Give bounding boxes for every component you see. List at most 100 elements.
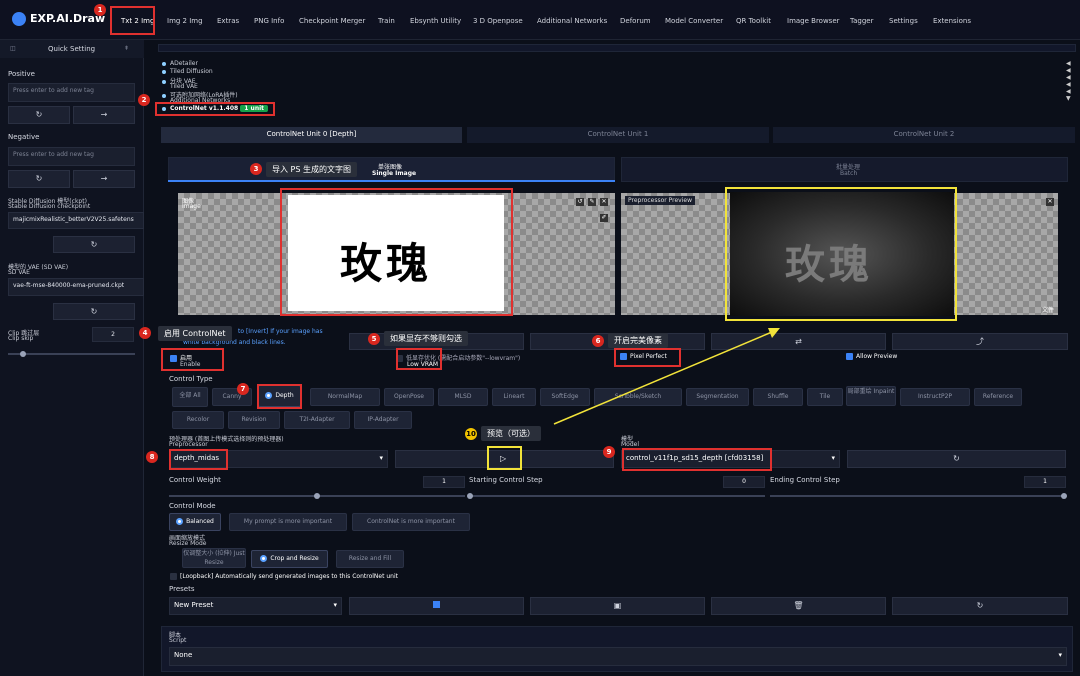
batch-label-en: Batch xyxy=(840,170,858,177)
negative-refresh-button[interactable]: ↻ xyxy=(8,170,70,188)
positive-refresh-button[interactable]: ↻ xyxy=(8,106,70,124)
accordion-adetailer[interactable]: ADetailer xyxy=(162,60,198,67)
sidebar-title: Quick Setting xyxy=(48,45,96,53)
preview-close-icon[interactable]: ✕ xyxy=(1046,198,1054,206)
control-type-tile[interactable]: Tile xyxy=(807,388,843,406)
logo-text: EXP.AI.Draw xyxy=(30,12,106,25)
badge-2: 2 xyxy=(138,94,150,106)
control-type-revision[interactable]: Revision xyxy=(228,411,280,429)
end-step-knob[interactable] xyxy=(1061,493,1067,499)
clip-skip-input[interactable]: 2 xyxy=(92,327,134,342)
loopback-checkbox[interactable]: [Loopback] Automatically send generated … xyxy=(170,573,398,580)
start-step-slider[interactable] xyxy=(469,495,765,497)
control-mode-balanced[interactable]: Balanced xyxy=(169,513,221,531)
tab-deforum[interactable]: Deforum xyxy=(620,17,651,25)
negative-input[interactable]: Press enter to add new tag xyxy=(8,147,135,166)
preset-save-button[interactable]: ▣ xyxy=(530,597,705,615)
end-step-input[interactable]: 1 xyxy=(1024,476,1066,488)
checkpoint-select[interactable]: majicmixRealistic_betterV2V25.safetens xyxy=(8,212,144,229)
control-type-all[interactable]: 全部 All xyxy=(172,387,208,407)
control-type-recolor[interactable]: Recolor xyxy=(172,411,224,429)
tab-ebsynth[interactable]: Ebsynth Utility xyxy=(410,17,461,25)
vae-select[interactable]: vae-ft-mse-840000-ema-pruned.ckpt xyxy=(8,278,144,296)
resize-just-resize[interactable]: 仅调整大小 (拉伸) Just Resize xyxy=(182,548,246,568)
control-weight-knob[interactable] xyxy=(314,493,320,499)
image-rotate-icon[interactable]: ↺ xyxy=(576,198,584,206)
start-step-input[interactable]: 0 xyxy=(723,476,765,488)
tab-controlnet-unit-0[interactable]: ControlNet Unit 0 [Depth] xyxy=(161,127,462,143)
balanced-label: Balanced xyxy=(186,518,214,525)
control-type-mlsd[interactable]: MLSD xyxy=(438,388,488,406)
save-icon: ▣ xyxy=(613,601,622,610)
tab-png-info[interactable]: PNG Info xyxy=(254,17,284,25)
preset-refresh-button[interactable]: ↻ xyxy=(892,597,1068,615)
negative-apply-button[interactable]: → xyxy=(73,170,135,188)
image-close-icon[interactable]: ✕ xyxy=(600,198,608,206)
control-type-reference[interactable]: Reference xyxy=(974,388,1022,406)
tab-tagger[interactable]: Tagger xyxy=(850,17,873,25)
control-type-t2i-adapter[interactable]: T2I-Adapter xyxy=(284,411,350,429)
tab-checkpoint-merger[interactable]: Checkpoint Merger xyxy=(299,17,365,25)
chevron-down-icon: ▾ xyxy=(1058,651,1062,659)
tab-controlnet-unit-1[interactable]: ControlNet Unit 1 xyxy=(467,127,769,143)
clip-skip-slider[interactable] xyxy=(8,353,135,355)
preprocessor-label-en: Preprocessor xyxy=(169,441,208,448)
tab-qr-toolkit[interactable]: QR Toolkit xyxy=(736,17,771,25)
control-mode-prompt[interactable]: My prompt is more important xyxy=(229,513,347,531)
control-weight-label: Control Weight xyxy=(169,476,221,484)
control-weight-input[interactable]: 1 xyxy=(423,476,465,488)
tab-image-browser[interactable]: Image Browser xyxy=(787,17,840,25)
image-edit-icon[interactable]: ✎ xyxy=(588,198,596,206)
tab-img2img[interactable]: Img 2 Img xyxy=(167,17,203,25)
dot-icon xyxy=(162,79,166,84)
control-type-openpose[interactable]: OpenPose xyxy=(384,388,434,406)
prompt-area-edge xyxy=(158,44,1076,52)
control-type-inpaint[interactable]: 局部重绘 Inpaint xyxy=(846,386,896,406)
resize-and-fill[interactable]: Resize and Fill xyxy=(336,550,404,568)
tab-model-converter[interactable]: Model Converter xyxy=(665,17,723,25)
checkpoint-refresh-button[interactable]: ↻ xyxy=(53,236,135,253)
script-select[interactable]: None ▾ xyxy=(169,647,1067,666)
positive-input[interactable]: Press enter to add new tag xyxy=(8,83,135,102)
image-brush-icon[interactable]: ✐ xyxy=(600,214,608,222)
logo-icon xyxy=(12,12,26,26)
highlight-input-image xyxy=(280,188,513,316)
single-image-label-en: Single Image xyxy=(372,170,417,177)
clip-skip-knob[interactable] xyxy=(20,351,26,357)
annotation-10: 预览（可选） xyxy=(481,426,541,441)
control-type-normalmap[interactable]: NormalMap xyxy=(310,388,380,406)
preset-delete-button[interactable]: 🗑 xyxy=(711,597,886,615)
allow-preview-label: Allow Preview xyxy=(856,353,898,360)
tab-extensions[interactable]: Extensions xyxy=(933,17,971,25)
invert-link[interactable]: [Invert] xyxy=(246,328,268,335)
tab-extras[interactable]: Extras xyxy=(217,17,239,25)
highlight-controlnet xyxy=(155,102,275,116)
end-step-slider[interactable] xyxy=(770,495,1066,497)
control-type-instructp2p[interactable]: InstructP2P xyxy=(900,388,970,406)
script-value: None xyxy=(174,651,193,659)
control-type-ip-adapter[interactable]: IP-Adapter xyxy=(354,411,412,429)
accordion-tiled-diffusion[interactable]: Tiled Diffusion xyxy=(162,68,213,75)
collapse-icon[interactable]: ⇞ xyxy=(124,45,129,52)
preset-apply-button[interactable] xyxy=(349,597,524,615)
badge-8: 8 xyxy=(146,451,158,463)
tab-train[interactable]: Train xyxy=(378,17,395,25)
highlight-preview xyxy=(725,187,957,321)
preset-select[interactable]: New Preset ▾ xyxy=(169,597,342,615)
tab-settings[interactable]: Settings xyxy=(889,17,918,25)
send-dimensions-button[interactable]: ⤴ xyxy=(892,333,1068,350)
tab-additional-networks[interactable]: Additional Networks xyxy=(537,17,607,25)
expand-arrows[interactable]: ◀ ◀ ◀ ◀ ◀ ▼ xyxy=(1066,60,1071,102)
allow-preview-checkbox[interactable]: Allow Preview xyxy=(846,353,897,360)
control-type-lineart[interactable]: Lineart xyxy=(492,388,536,406)
tab-openpose[interactable]: 3 D Openpose xyxy=(473,17,523,25)
start-step-knob[interactable] xyxy=(467,493,473,499)
positive-apply-button[interactable]: → xyxy=(73,106,135,124)
highlight-depth xyxy=(257,384,302,409)
resize-crop-and-resize[interactable]: Crop and Resize xyxy=(251,550,328,568)
tab-controlnet-unit-2[interactable]: ControlNet Unit 2 xyxy=(773,127,1075,143)
model-refresh-button[interactable]: ↻ xyxy=(847,450,1066,468)
vae-refresh-button[interactable]: ↻ xyxy=(53,303,135,320)
control-mode-controlnet[interactable]: ControlNet is more important xyxy=(352,513,470,531)
pin-icon[interactable]: ◫ xyxy=(10,45,16,52)
